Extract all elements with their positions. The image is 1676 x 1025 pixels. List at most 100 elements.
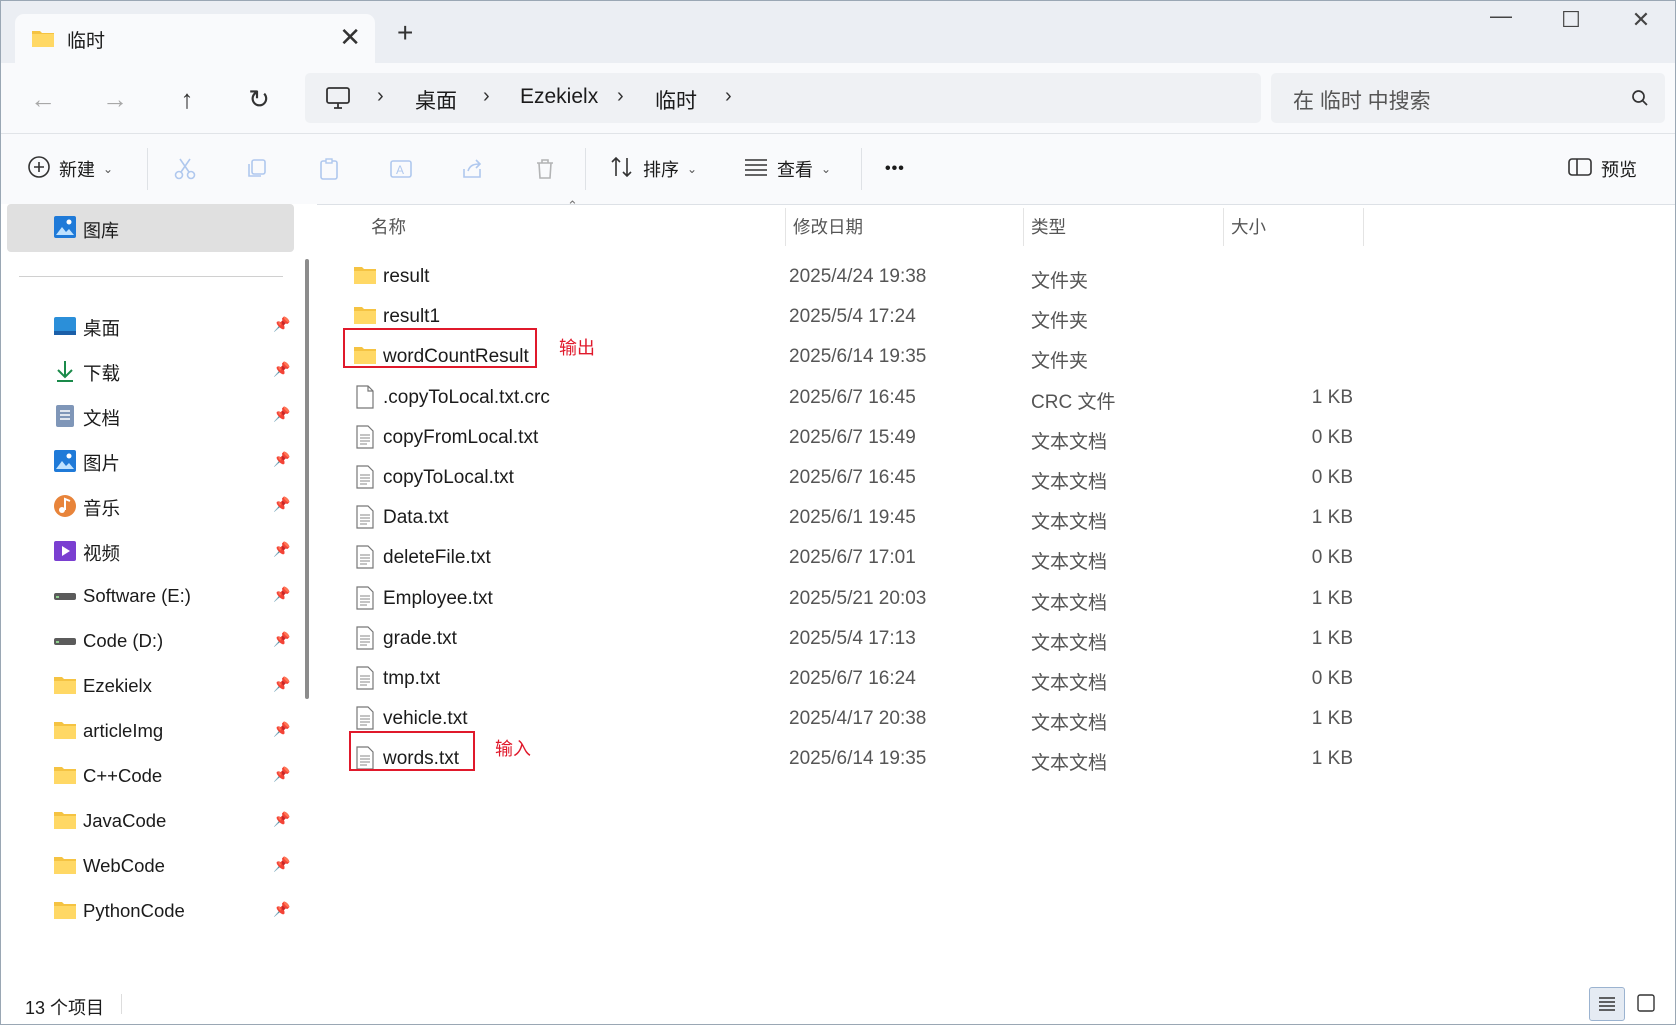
- close-window-button[interactable]: ✕: [1611, 7, 1671, 33]
- file-icon: [355, 384, 375, 414]
- file-row[interactable]: copyFromLocal.txt 2025/6/7 15:49 文本文档 0 KB: [321, 416, 1371, 459]
- sort-button[interactable]: 排序 ⌄: [609, 152, 697, 186]
- sidebar-item-ezekielx[interactable]: Ezekielx 📌: [1, 664, 301, 708]
- file-row[interactable]: result 2025/4/24 19:38 文件夹: [321, 255, 1371, 298]
- file-row[interactable]: copyToLocal.txt 2025/6/7 16:45 文本文档 0 KB: [321, 456, 1371, 499]
- file-size: 1 KB: [1311, 748, 1353, 770]
- file-type: 文本文档: [1031, 713, 1108, 735]
- sidebar-item-music[interactable]: 音乐 📌: [1, 484, 301, 528]
- column-header-size[interactable]: 大小: [1231, 214, 1266, 239]
- file-row[interactable]: Data.txt 2025/6/1 19:45 文本文档 1 KB: [321, 496, 1371, 539]
- forward-button[interactable]: →: [97, 81, 133, 117]
- file-row[interactable]: tmp.txt 2025/6/7 16:24 文本文档 0 KB: [321, 657, 1371, 700]
- search-input[interactable]: 在 临时 中搜索: [1271, 73, 1665, 123]
- file-row[interactable]: vehicle.txt 2025/4/17 20:38 文本文档 1 KB: [321, 697, 1371, 740]
- tab-current-folder[interactable]: 临时 ✕: [15, 14, 375, 63]
- address-bar[interactable]: › 桌面 › Ezekielx › 临时 ›: [305, 73, 1261, 123]
- sidebar-item-label: 图片: [83, 453, 121, 474]
- breadcrumb-current[interactable]: 临时: [655, 85, 697, 115]
- minimize-button[interactable]: —: [1471, 3, 1531, 29]
- breadcrumb-chevron-icon[interactable]: ›: [377, 85, 384, 108]
- sidebar-item-gallery[interactable]: 图库: [7, 204, 294, 252]
- file-date: 2025/6/7 16:45: [789, 386, 916, 408]
- column-header-type[interactable]: 类型: [1031, 214, 1066, 239]
- cut-icon[interactable]: [173, 152, 197, 186]
- back-button[interactable]: ←: [25, 81, 61, 117]
- pin-icon[interactable]: 📌: [273, 586, 290, 603]
- sidebar-item-documents[interactable]: 文档 📌: [1, 394, 301, 438]
- file-row[interactable]: grade.txt 2025/5/4 17:13 文本文档 1 KB: [321, 617, 1371, 660]
- copy-icon[interactable]: [245, 152, 269, 186]
- file-row[interactable]: .copyToLocal.txt.crc 2025/6/7 16:45 CRC 文件…: [321, 376, 1371, 419]
- pin-icon[interactable]: 📌: [273, 361, 290, 378]
- column-divider[interactable]: [1223, 208, 1224, 246]
- folder-icon: [53, 764, 77, 788]
- sidebar-item-label: 文档: [83, 408, 121, 429]
- pin-icon[interactable]: 📌: [273, 496, 290, 513]
- sidebar-item-label: 音乐: [83, 498, 121, 519]
- file-name: deleteFile.txt: [383, 547, 491, 569]
- pin-icon[interactable]: 📌: [273, 856, 290, 873]
- view-button[interactable]: 查看 ⌄: [743, 152, 831, 186]
- text-file-icon: [355, 465, 375, 494]
- sidebar-item-downloads[interactable]: 下载 📌: [1, 349, 301, 393]
- breadcrumb-ezekielx[interactable]: Ezekielx: [520, 85, 598, 109]
- delete-icon[interactable]: [533, 152, 557, 186]
- sidebar-item-cppcode[interactable]: C++Code 📌: [1, 754, 301, 798]
- search-icon[interactable]: [1631, 89, 1649, 112]
- pin-icon[interactable]: 📌: [273, 811, 290, 828]
- pin-icon[interactable]: 📌: [273, 541, 290, 558]
- pin-icon[interactable]: 📌: [273, 676, 290, 693]
- pin-icon[interactable]: 📌: [273, 406, 290, 423]
- more-options-button[interactable]: •••: [885, 152, 905, 186]
- file-row[interactable]: words.txt 2025/6/14 19:35 文本文档 1 KB: [321, 737, 1371, 780]
- sidebar-item-pythoncode[interactable]: PythonCode 📌: [1, 889, 301, 933]
- file-name: copyFromLocal.txt: [383, 426, 539, 448]
- preview-pane-button[interactable]: 预览: [1567, 152, 1637, 186]
- sidebar-item-desktop[interactable]: 桌面 📌: [1, 304, 301, 348]
- pin-icon[interactable]: 📌: [273, 316, 290, 333]
- divider: [19, 276, 283, 277]
- sidebar-item-videos[interactable]: 视频 📌: [1, 529, 301, 573]
- rename-icon[interactable]: A: [389, 152, 415, 186]
- file-row[interactable]: Employee.txt 2025/5/21 20:03 文本文档 1 KB: [321, 577, 1371, 620]
- music-icon: [53, 494, 77, 518]
- pin-icon[interactable]: 📌: [273, 901, 290, 918]
- paste-icon[interactable]: [317, 152, 341, 186]
- pin-icon[interactable]: 📌: [273, 766, 290, 783]
- breadcrumb-chevron-icon[interactable]: ›: [617, 85, 624, 108]
- file-date: 2025/4/17 20:38: [789, 708, 927, 730]
- pin-icon[interactable]: 📌: [273, 721, 290, 738]
- sort-icon: [609, 155, 635, 184]
- column-divider[interactable]: [785, 208, 786, 246]
- breadcrumb-chevron-icon[interactable]: ›: [483, 85, 490, 108]
- column-divider[interactable]: [1023, 208, 1024, 246]
- up-button[interactable]: ↑: [169, 81, 205, 117]
- sidebar-item-label: JavaCode: [83, 810, 167, 831]
- column-header-date[interactable]: 修改日期: [793, 214, 863, 239]
- pin-icon[interactable]: 📌: [273, 631, 290, 648]
- column-header-name[interactable]: 名称: [371, 214, 406, 239]
- new-button[interactable]: 新建 ⌄: [27, 152, 113, 186]
- pin-icon[interactable]: 📌: [273, 451, 290, 468]
- tiles-view-button[interactable]: [1629, 987, 1665, 1021]
- file-row[interactable]: deleteFile.txt 2025/6/7 17:01 文本文档 0 KB: [321, 536, 1371, 579]
- column-divider[interactable]: [1363, 208, 1364, 246]
- maximize-button[interactable]: ☐: [1541, 7, 1601, 33]
- sidebar-scrollbar[interactable]: [305, 259, 309, 699]
- this-pc-icon[interactable]: [325, 86, 351, 115]
- details-view-button[interactable]: [1589, 987, 1625, 1021]
- file-name: Data.txt: [383, 507, 449, 529]
- refresh-button[interactable]: ↻: [241, 81, 277, 117]
- share-icon[interactable]: [461, 152, 485, 186]
- breadcrumb-chevron-icon[interactable]: ›: [725, 85, 732, 108]
- sidebar-item-javacode[interactable]: JavaCode 📌: [1, 799, 301, 843]
- sidebar-item-articleimg[interactable]: articleImg 📌: [1, 709, 301, 753]
- breadcrumb-desktop[interactable]: 桌面: [415, 85, 457, 115]
- close-tab-icon[interactable]: ✕: [339, 22, 361, 53]
- sidebar-item-webcode[interactable]: WebCode 📌: [1, 844, 301, 888]
- sidebar-item-software-drive[interactable]: Software (E:) 📌: [1, 574, 301, 618]
- sidebar-item-pictures[interactable]: 图片 📌: [1, 439, 301, 483]
- sidebar-item-code-drive[interactable]: Code (D:) 📌: [1, 619, 301, 663]
- new-tab-button[interactable]: +: [397, 19, 413, 47]
